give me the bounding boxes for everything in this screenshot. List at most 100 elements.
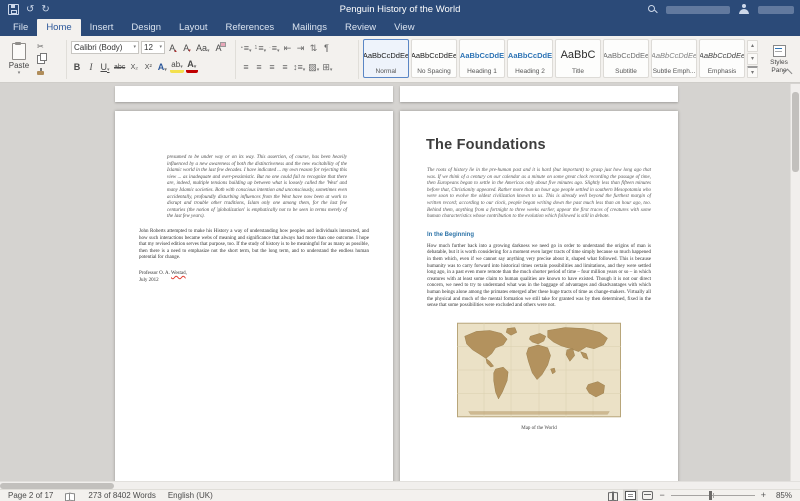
- increase-indent-button[interactable]: ⇥: [295, 41, 307, 54]
- vertical-scrollbar-thumb[interactable]: [792, 92, 799, 172]
- font-size-select[interactable]: 12 ▾: [141, 41, 165, 54]
- font-family-select[interactable]: Calibri (Body) ▾: [71, 41, 139, 54]
- font-color-button[interactable]: A▾: [186, 60, 198, 73]
- tab-home[interactable]: Home: [37, 19, 80, 36]
- cut-button[interactable]: ✂: [37, 41, 45, 52]
- section-subheading[interactable]: In the Beginning: [427, 232, 651, 238]
- styles-more-button[interactable]: ▾: [747, 66, 758, 78]
- tab-layout[interactable]: Layout: [170, 19, 217, 36]
- strikethrough-button[interactable]: abc: [113, 60, 126, 73]
- tab-file[interactable]: File: [4, 19, 37, 36]
- print-layout-button[interactable]: [625, 491, 636, 500]
- clipboard-small-buttons: ✂: [37, 39, 45, 78]
- tab-references[interactable]: References: [217, 19, 284, 36]
- style-emphasis[interactable]: AaBbCcDdEe Emphasis: [699, 39, 745, 78]
- align-center-icon: ≡: [256, 62, 261, 73]
- style-no-spacing[interactable]: AaBbCcDdEe No Spacing: [411, 39, 457, 78]
- tab-design[interactable]: Design: [122, 19, 170, 36]
- shrink-font-icon: ▾: [188, 49, 191, 54]
- justify-button[interactable]: ≡: [279, 60, 291, 73]
- redo-button[interactable]: ↻: [41, 5, 49, 15]
- styles-pane-icon: [773, 45, 786, 57]
- save-button[interactable]: [8, 4, 19, 15]
- misspelled-word[interactable]: Westad: [171, 271, 186, 276]
- font-size-dropdown-arrow: ▾: [159, 45, 162, 50]
- bullets-button[interactable]: •≡▾: [240, 41, 253, 54]
- show-formatting-marks-button[interactable]: ¶: [321, 41, 333, 54]
- signature-line[interactable]: Professor O. A. Westad,: [139, 271, 369, 276]
- align-right-button[interactable]: ≡: [266, 60, 278, 73]
- style-subtitle[interactable]: AaBbCcDdEe Subtitle: [603, 39, 649, 78]
- page-right[interactable]: The Foundations The roots of history lie…: [400, 111, 678, 481]
- account-icon[interactable]: [738, 4, 750, 15]
- page-left[interactable]: presumed to be under way or on its way. …: [115, 111, 393, 481]
- chapter-title[interactable]: The Foundations: [426, 137, 654, 153]
- status-bar-right: − + 85%: [608, 491, 792, 500]
- world-map-image[interactable]: Map of the World: [457, 322, 621, 431]
- preface-paragraph[interactable]: John Roberts attempted to make his Histo…: [139, 229, 369, 262]
- decrease-indent-button[interactable]: ⇤: [282, 41, 294, 54]
- styles-scroll-up-button[interactable]: ▴: [747, 40, 758, 52]
- word-count[interactable]: 273 of 8402 Words: [88, 491, 155, 500]
- highlight-color-button[interactable]: ab▾: [170, 60, 183, 73]
- sort-button[interactable]: ⇅: [308, 41, 320, 54]
- shading-button[interactable]: ▨▾: [307, 60, 320, 73]
- tab-insert[interactable]: Insert: [81, 19, 123, 36]
- web-layout-button[interactable]: [642, 491, 653, 500]
- copy-button[interactable]: [37, 54, 45, 65]
- style-heading-2[interactable]: AaBbCcDdE Heading 2: [507, 39, 553, 78]
- undo-button[interactable]: ↺: [26, 5, 34, 15]
- text-effects-button[interactable]: A▾: [156, 60, 168, 73]
- grow-font-icon: ▴: [174, 49, 177, 54]
- format-painter-button[interactable]: [37, 67, 45, 78]
- horizontal-scrollbar[interactable]: [0, 481, 800, 489]
- subscript-button[interactable]: X₂: [128, 60, 140, 73]
- superscript-button[interactable]: X²: [142, 60, 154, 73]
- vertical-scrollbar[interactable]: [790, 84, 800, 481]
- shrink-font-button[interactable]: A▾: [181, 41, 193, 54]
- map-caption: Map of the World: [457, 426, 621, 431]
- tab-view[interactable]: View: [385, 19, 423, 36]
- chapter-intro-paragraph[interactable]: The roots of history lie in the pre-huma…: [427, 168, 651, 221]
- style-subtle-emphasis[interactable]: AaBbCcDdEe Subtle Emph...: [651, 39, 697, 78]
- numbering-button[interactable]: 1≡▾: [254, 41, 268, 54]
- zoom-in-button[interactable]: +: [761, 491, 766, 500]
- style-title[interactable]: AaBbC Title: [555, 39, 601, 78]
- styles-gallery-scroll: ▴ ▾ ▾: [747, 39, 758, 78]
- pilcrow-icon: ¶: [324, 43, 329, 54]
- paste-button[interactable]: Paste ▾: [4, 39, 34, 80]
- outdent-icon: ⇤: [284, 43, 292, 54]
- zoom-slider[interactable]: [671, 491, 755, 500]
- multilevel-list-button[interactable]: ·≡▾: [268, 41, 280, 54]
- zoom-out-button[interactable]: −: [659, 491, 664, 500]
- world-map-svg: [457, 322, 621, 418]
- date-line[interactable]: July 2012: [139, 278, 369, 283]
- word-window: ↺ ↻ Penguin History of the World File Ho…: [0, 0, 800, 501]
- styles-scroll-down-button[interactable]: ▾: [747, 53, 758, 65]
- change-case-button[interactable]: Aa▾: [195, 41, 211, 54]
- style-heading-1[interactable]: AaBbCcDdE Heading 1: [459, 39, 505, 78]
- document-canvas[interactable]: presumed to be under way or on its way. …: [0, 84, 800, 481]
- styles-group: AaBbCcDdEe Normal AaBbCcDdEe No Spacing …: [363, 39, 758, 80]
- clear-formatting-button[interactable]: A: [213, 41, 225, 54]
- preface-quote-paragraph[interactable]: presumed to be under way or on its way. …: [167, 155, 347, 221]
- bold-button[interactable]: B: [71, 60, 83, 73]
- style-normal[interactable]: AaBbCcDdEe Normal: [363, 39, 409, 78]
- underline-button[interactable]: U▾: [99, 60, 111, 73]
- zoom-level[interactable]: 85%: [772, 491, 792, 500]
- page-indicator[interactable]: Page 2 of 17: [8, 491, 53, 500]
- proofing-status-icon[interactable]: [65, 492, 76, 500]
- align-center-button[interactable]: ≡: [253, 60, 265, 73]
- grow-font-button[interactable]: A▴: [167, 41, 179, 54]
- tab-review[interactable]: Review: [336, 19, 385, 36]
- search-icon[interactable]: [647, 4, 658, 15]
- chapter-body-paragraph[interactable]: How much further back into a growing dar…: [427, 244, 651, 310]
- zoom-slider-thumb[interactable]: [709, 491, 712, 500]
- tab-mailings[interactable]: Mailings: [283, 19, 336, 36]
- language-indicator[interactable]: English (UK): [168, 491, 213, 500]
- read-mode-button[interactable]: [608, 491, 619, 500]
- italic-button[interactable]: I: [85, 60, 97, 73]
- align-left-button[interactable]: ≡: [240, 60, 252, 73]
- line-spacing-button[interactable]: ↕≡▾: [292, 60, 306, 73]
- borders-button[interactable]: ⊞▾: [321, 60, 333, 73]
